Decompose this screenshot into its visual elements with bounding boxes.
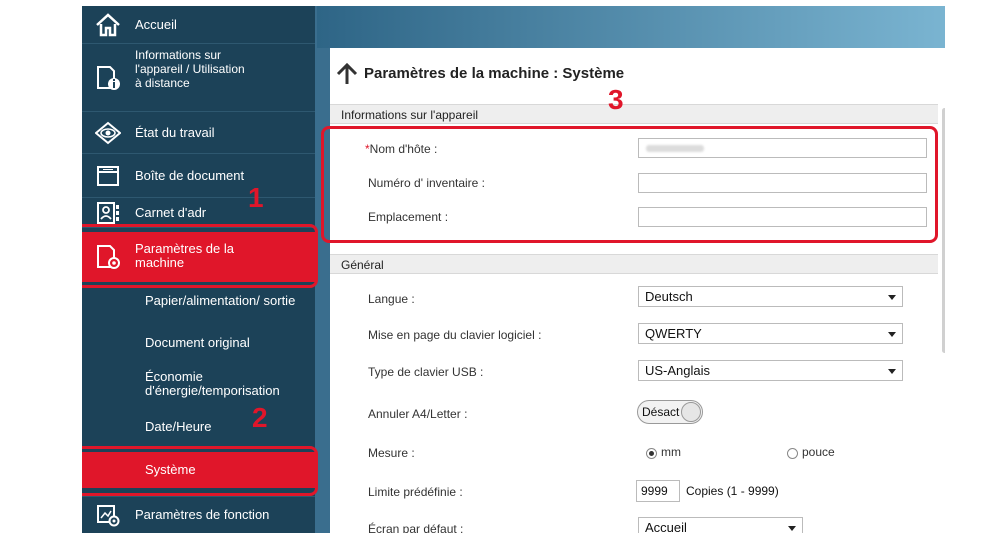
browser-frame: Accueil Informations sur l'appareil / Ut… [82,6,945,533]
subitem-label-line2: d'énergie/temporisation [145,383,280,398]
subitem-date-time[interactable]: Date/Heure [82,410,315,450]
callout-box-2 [82,446,318,496]
callout-number-3: 3 [608,84,624,115]
preset-limit-label: Limite prédéfinie : [368,485,463,499]
header-strip [317,6,945,48]
chevron-down-icon [788,526,796,531]
default-screen-label: Écran par défaut : [368,522,464,533]
toggle-label: Désact [642,405,680,419]
subitem-energy-saver[interactable]: Économie d'énergie/temporisation [82,362,315,410]
eye-icon [94,119,122,147]
keyboard-layout-select[interactable]: QWERTY [638,323,903,344]
sidebar-item-function-settings[interactable]: Paramètres de fonction [82,496,315,533]
preset-limit-value: 9999 [641,484,668,498]
subitem-label-line1: Économie [145,369,203,384]
chevron-down-icon [888,295,896,300]
sidebar-item-job-status[interactable]: État du travail [82,112,315,154]
cancel-a4-letter-label: Annuler A4/Letter : [368,407,468,421]
measure-inch-label: pouce [802,445,835,459]
sidebar-item-home[interactable]: Accueil [82,6,315,44]
home-icon [94,11,122,39]
default-screen-value: Accueil [645,520,687,533]
default-screen-select[interactable]: Accueil [638,517,803,533]
sidebar-item-label: Paramètres de fonction [135,507,270,522]
sidebar-item-label-line1: Informations sur [135,48,222,62]
subitem-label: Papier/alimentation/ sortie [145,293,296,308]
subitem-original-document[interactable]: Document original [82,320,315,362]
callout-number-2: 2 [252,402,268,433]
sidebar-item-document-box[interactable]: Boîte de document [82,154,315,198]
chevron-down-icon [888,369,896,374]
keyboard-layout-label: Mise en page du clavier logiciel : [368,328,542,342]
language-label: Langue : [368,292,415,306]
address-book-icon [94,199,122,227]
back-arrow-icon[interactable] [336,62,358,86]
subitem-label: Document original [145,335,250,350]
callout-box-3 [321,126,938,243]
sidebar-item-label: État du travail [135,124,215,140]
preset-limit-unit: Copies (1 - 9999) [686,484,779,498]
measure-label: Mesure : [368,446,415,460]
page-title: Paramètres de la machine : Système [364,65,625,82]
chevron-down-icon [888,332,896,337]
device-info-icon [94,64,122,92]
subitem-label: Date/Heure [145,419,212,434]
sidebar-item-label: Accueil [135,16,177,32]
function-settings-icon [94,501,122,529]
section-general: Général [330,254,938,274]
toggle-knob [681,402,701,422]
usb-keyboard-label: Type de clavier USB : [368,365,484,379]
sidebar-item-label-line3: à distance [135,76,190,90]
measure-inch-radio[interactable] [787,448,798,459]
cancel-a4-letter-toggle[interactable]: Désact [637,400,703,424]
sidebar-item-label: Carnet d'adr [135,204,207,220]
section-device-info: Informations sur l'appareil [330,104,938,124]
preset-limit-field[interactable]: 9999 [636,480,680,502]
language-select[interactable]: Deutsch [638,286,903,307]
language-value: Deutsch [645,289,693,304]
measure-mm-label: mm [661,445,681,459]
scrollbar[interactable] [942,108,945,353]
sidebar-item-label: Boîte de document [135,167,245,183]
sidebar-item-label-line2: l'appareil / Utilisation [135,62,245,76]
folder-icon [94,162,122,190]
keyboard-layout-value: QWERTY [645,326,702,341]
sidebar-item-device-info[interactable]: Informations sur l'appareil / Utilisatio… [82,44,315,112]
callout-box-1 [82,224,318,288]
measure-mm-radio[interactable] [646,448,657,459]
main-panel: Paramètres de la machine : Système Infor… [330,48,945,533]
usb-keyboard-select[interactable]: US-Anglais [638,360,903,381]
usb-keyboard-value: US-Anglais [645,363,711,378]
callout-number-1: 1 [248,182,264,213]
